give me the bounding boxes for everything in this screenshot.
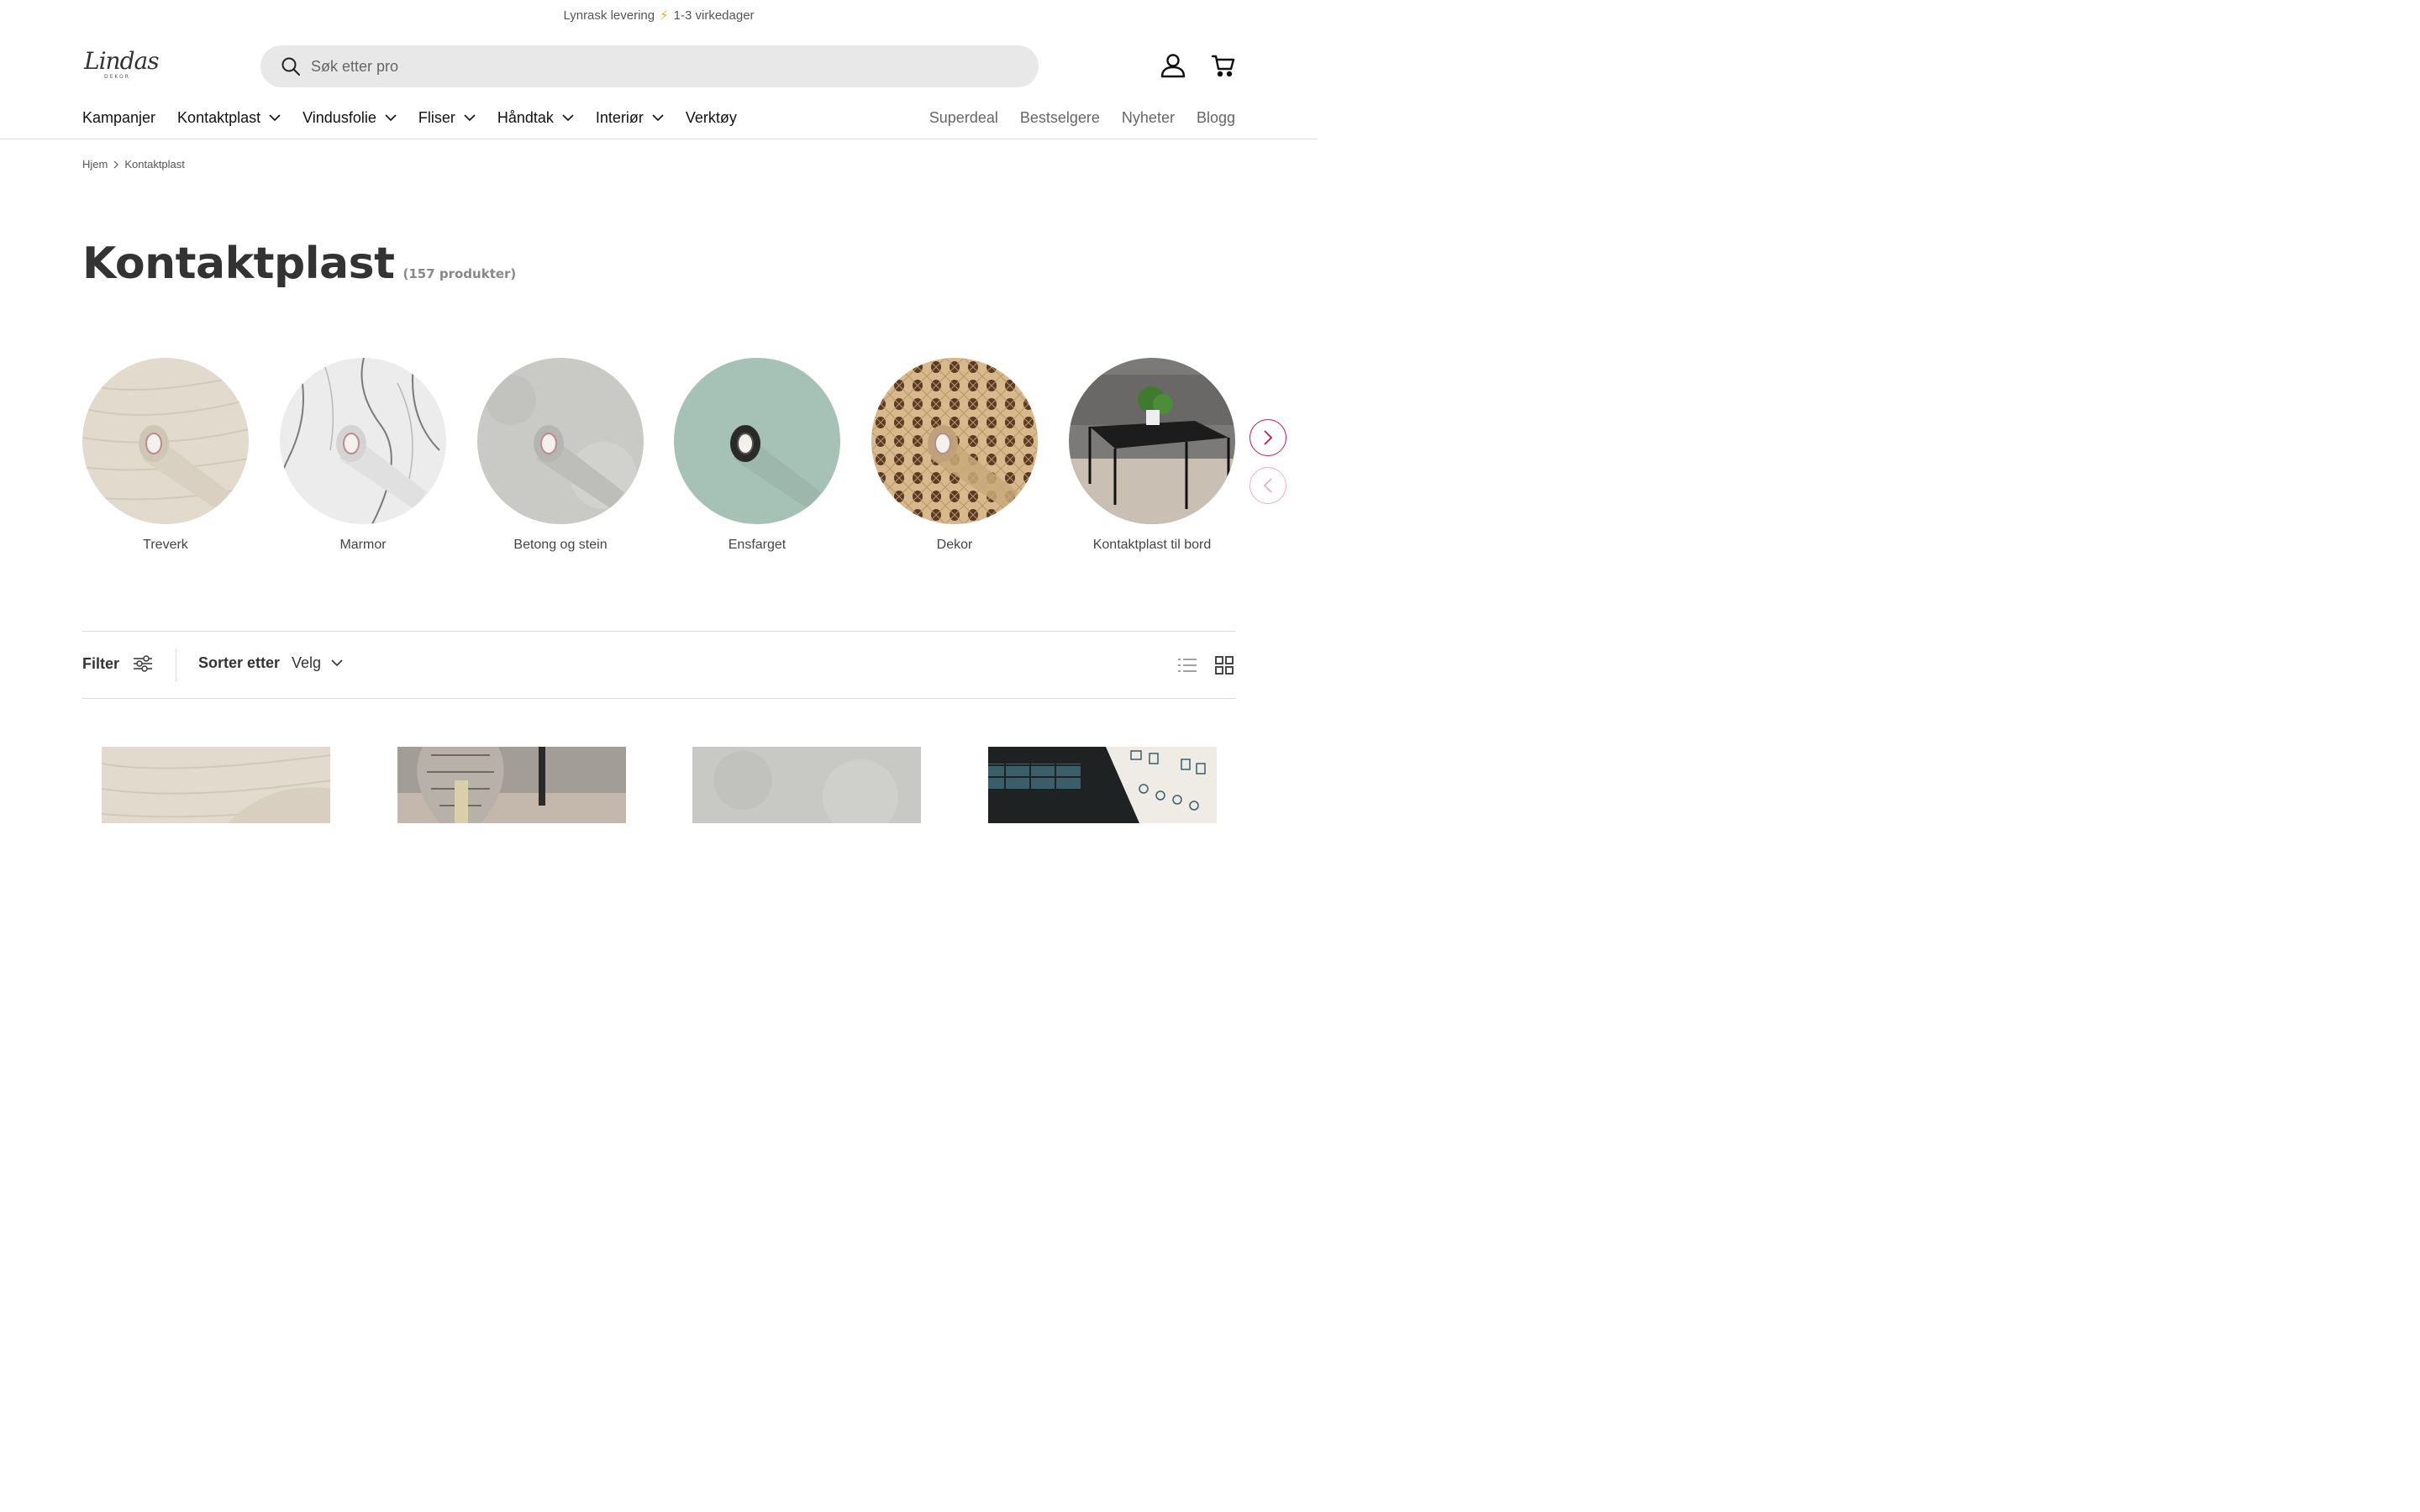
grid-view-button[interactable] — [1214, 655, 1234, 675]
sort-label: Sorter etter — [198, 654, 281, 671]
carousel-next-button[interactable] — [1249, 419, 1286, 456]
user-icon — [1160, 54, 1186, 78]
breadcrumb-current: Kontaktplast — [124, 158, 185, 171]
announcement-text: Lynrask levering — [563, 8, 655, 23]
nav-item-kontaktplast[interactable]: Kontaktplast — [177, 109, 281, 127]
nav-item-vindusfolie[interactable]: Vindusfolie — [302, 109, 397, 127]
secondary-nav: Superdeal Bestselgere Nyheter Blogg — [908, 109, 1235, 127]
chevron-down-icon — [562, 114, 574, 122]
collection-label: Betong og stein — [513, 538, 608, 552]
product-image — [397, 747, 626, 823]
product-card[interactable] — [102, 747, 330, 823]
sort-control: Sorter etter Velg — [198, 654, 343, 672]
collection-image — [871, 358, 1038, 524]
collection-treverk[interactable]: Treverk — [82, 358, 249, 553]
chevron-down-icon — [269, 114, 281, 122]
primary-nav: Kampanjer Kontaktplast Vindusfolie Flise… — [82, 109, 759, 127]
collection-betong-og-stein[interactable]: Betong og stein — [477, 358, 644, 553]
product-image — [102, 747, 330, 823]
collection-label: Dekor — [936, 538, 973, 552]
product-card[interactable] — [692, 747, 921, 823]
logo[interactable]: Lindas DEKOR — [82, 45, 160, 86]
nav-item-label: Kontaktplast — [177, 109, 261, 126]
collection-marmor[interactable]: Marmor — [280, 358, 446, 553]
sort-select-value: Velg — [292, 654, 322, 671]
collection-image — [674, 358, 840, 524]
nav-item-interior[interactable]: Interiør — [596, 109, 664, 127]
site-header: Lindas DEKOR — [0, 30, 1318, 104]
list-icon — [1178, 659, 1197, 672]
chevron-right-icon — [113, 160, 119, 168]
cart-icon — [1211, 55, 1235, 77]
breadcrumb: Hjem Kontaktplast — [82, 158, 185, 171]
nav-item-kampanjer[interactable]: Kampanjer — [82, 109, 155, 127]
collection-label: Marmor — [339, 538, 387, 552]
collection-image — [1069, 358, 1235, 524]
nav-item-label: Håndtak — [497, 109, 554, 126]
product-image — [692, 747, 921, 823]
nav-item-label: Interiør — [595, 109, 644, 126]
nav-item-label: Kampanjer — [82, 109, 156, 126]
collection-carousel: Treverk Marmor Betong og stein Ensfarget… — [82, 358, 1235, 559]
collection-label: Treverk — [143, 538, 188, 552]
product-card[interactable] — [988, 747, 1217, 823]
search-icon[interactable] — [281, 56, 301, 76]
sort-select[interactable]: Velg — [292, 654, 343, 672]
search-input[interactable] — [311, 57, 983, 76]
cart-button[interactable] — [1208, 50, 1239, 81]
search-bar[interactable] — [260, 45, 1039, 87]
collection-image — [280, 358, 446, 524]
collection-label: Kontaktplast til bord — [1092, 538, 1212, 552]
main-navigation: Kampanjer Kontaktplast Vindusfolie Flise… — [0, 104, 1318, 139]
product-grid — [0, 747, 1318, 823]
logo-subtitle: DEKOR — [104, 74, 130, 80]
chevron-down-icon — [331, 659, 343, 667]
nav-item-label: Verktøy — [685, 109, 737, 126]
nav-item-handtak[interactable]: Håndtak — [497, 109, 574, 127]
chevron-down-icon — [385, 114, 397, 122]
collection-ensfarget[interactable]: Ensfarget — [674, 358, 840, 553]
product-toolbar: Filter Sorter etter Velg — [82, 631, 1235, 699]
nav-item-fliser[interactable]: Fliser — [418, 109, 476, 127]
list-view-button[interactable] — [1177, 655, 1197, 675]
nav-link-blogg[interactable]: Blogg — [1197, 109, 1235, 127]
filter-label: Filter — [82, 654, 120, 672]
announcement-bar: Lynrask levering ⚡ 1-3 virkedager — [0, 0, 1318, 30]
nav-item-label: Vindusfolie — [302, 109, 376, 126]
collection-image — [82, 358, 249, 524]
nav-link-superdeal[interactable]: Superdeal — [929, 109, 998, 127]
sliders-icon — [134, 655, 153, 672]
nav-item-verktoy[interactable]: Verktøy — [686, 109, 737, 127]
nav-link-nyheter[interactable]: Nyheter — [1122, 109, 1175, 127]
logo-script: Lindas — [84, 47, 160, 75]
product-count: (157 produkter) — [402, 266, 517, 281]
page-title-block: Kontaktplast (157 produkter) — [82, 239, 516, 289]
product-image — [988, 747, 1217, 823]
announcement-delivery-time: 1-3 virkedager — [673, 8, 755, 23]
chevron-down-icon — [652, 114, 664, 122]
chevron-right-icon — [1264, 430, 1273, 445]
account-button[interactable] — [1158, 50, 1188, 81]
filter-button[interactable]: Filter — [82, 654, 153, 673]
product-card[interactable] — [397, 747, 626, 823]
carousel-prev-button[interactable] — [1249, 467, 1286, 504]
nav-item-label: Fliser — [418, 109, 455, 126]
breadcrumb-home[interactable]: Hjem — [82, 158, 108, 171]
lightning-icon: ⚡ — [660, 8, 669, 23]
nav-link-bestselgere[interactable]: Bestselgere — [1020, 109, 1100, 127]
chevron-down-icon — [464, 114, 476, 122]
page-title: Kontaktplast — [82, 239, 395, 289]
collection-label: Ensfarget — [728, 538, 786, 552]
grid-icon — [1215, 656, 1234, 675]
collection-image — [477, 358, 644, 524]
chevron-left-icon — [1263, 478, 1272, 493]
collection-kontaktplast-til-bord[interactable]: Kontaktplast til bord — [1069, 358, 1235, 553]
collection-dekor[interactable]: Dekor — [871, 358, 1038, 553]
